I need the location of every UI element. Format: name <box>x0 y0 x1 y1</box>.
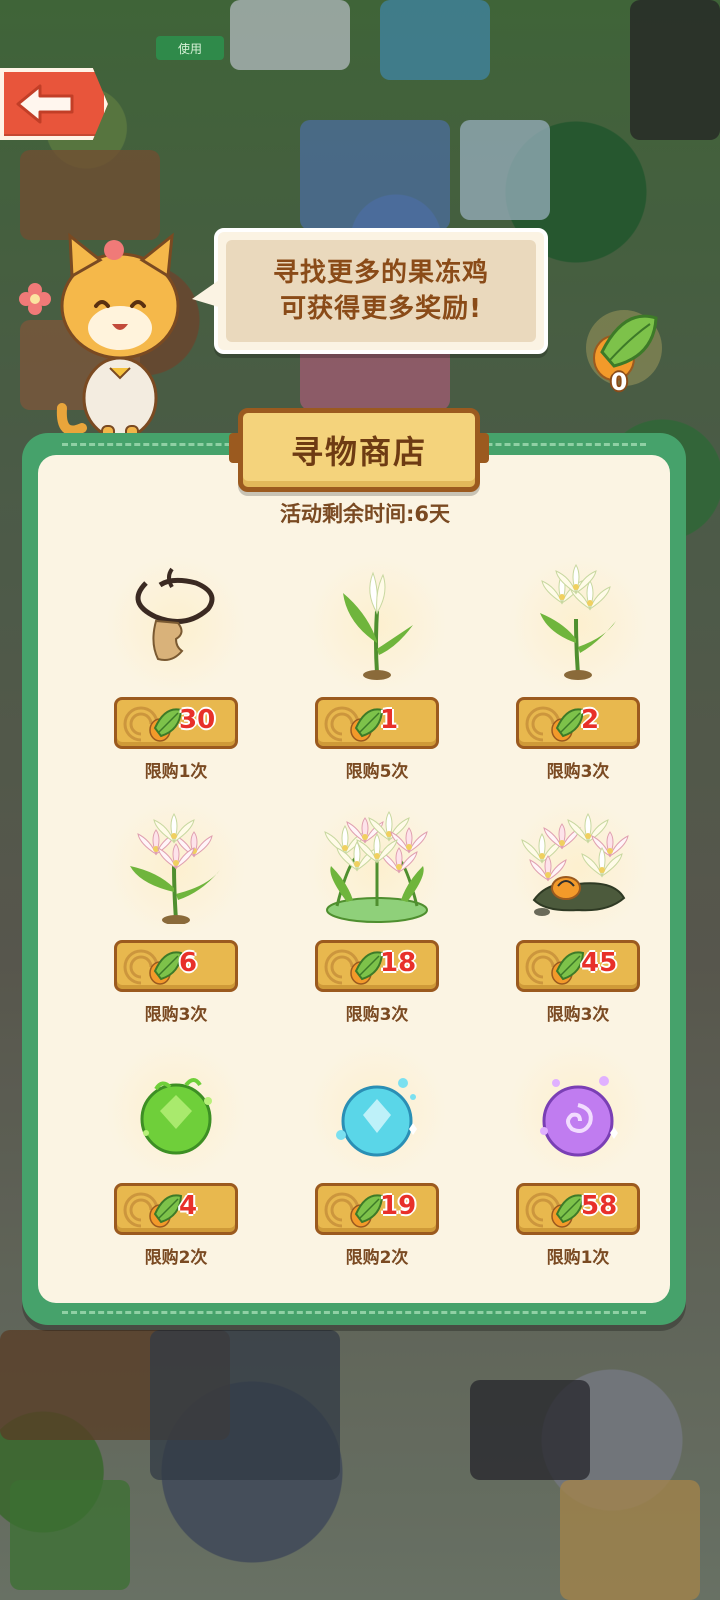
buy-price-button[interactable]: 19 <box>315 1183 439 1235</box>
purchase-limit: 限购3次 <box>345 1005 409 1025</box>
buy-price-button[interactable]: 1 <box>315 697 439 749</box>
purchase-limit: 限购1次 <box>546 1248 610 1268</box>
purchase-limit: 限购3次 <box>144 1005 208 1025</box>
cyan-orb-icon <box>336 1078 417 1157</box>
price-value: 18 <box>380 948 417 978</box>
price-value: 1 <box>380 705 399 735</box>
price-value: 58 <box>581 1191 618 1221</box>
currency-count: 0 <box>610 368 628 396</box>
rope-pendant-icon <box>135 567 215 661</box>
shop-title: 寻物商店 <box>290 433 427 471</box>
green-orb-icon <box>140 1078 212 1155</box>
leaf-coin-icon <box>551 1194 584 1228</box>
purchase-limit: 限购5次 <box>345 762 409 782</box>
buy-price-button[interactable]: 30 <box>114 697 238 749</box>
cat-mascot-icon <box>56 232 180 451</box>
pink-lily-bunch-icon <box>130 813 220 924</box>
back-arrow-icon <box>16 84 74 124</box>
buy-price-button[interactable]: 2 <box>516 697 640 749</box>
leaf-coin-icon <box>149 708 182 742</box>
buy-price-button[interactable]: 58 <box>516 1183 640 1235</box>
shop-item-cyan-orb[interactable]: 19 限购2次 <box>277 1041 477 1281</box>
bubble-line-1: 寻找更多的果冻鸡 <box>272 258 489 288</box>
shop-item-purple-orb[interactable]: 58 限购1次 <box>478 1041 678 1281</box>
event-timer: 活动剩余时间:6天 <box>279 502 450 526</box>
single-lily-icon <box>343 571 413 680</box>
shop-item-lily-bush[interactable]: 18 限购3次 <box>277 798 477 1038</box>
leaf-coin-icon <box>149 1194 182 1228</box>
price-value: 30 <box>179 705 216 735</box>
leaf-coin-icon <box>350 1194 383 1228</box>
leaf-coin-icon <box>350 951 383 985</box>
use-button[interactable]: 使用 <box>156 36 224 60</box>
lily-bunch-icon <box>540 564 616 680</box>
price-value: 6 <box>179 948 198 978</box>
shop-item-green-orb[interactable]: 4 限购2次 <box>76 1041 276 1281</box>
leaf-coin-icon <box>551 708 584 742</box>
purple-orb-icon <box>540 1076 618 1157</box>
buy-price-button[interactable]: 18 <box>315 940 439 992</box>
bubble-line-2: 可获得更多奖励! <box>280 294 482 324</box>
leaf-coin-icon <box>551 951 584 985</box>
shop-item-lily-rock-garden[interactable]: 45 限购3次 <box>478 798 678 1038</box>
shop-title-plate: 寻物商店 <box>229 408 489 492</box>
back-button[interactable] <box>0 68 108 140</box>
lily-bush-icon <box>324 811 428 923</box>
flower-icon <box>19 283 51 315</box>
shop-item-pink-lily-bunch[interactable]: 6 限购3次 <box>76 798 276 1038</box>
leaf-coin-icon <box>350 708 383 742</box>
buy-price-button[interactable]: 45 <box>516 940 640 992</box>
shop-item-lily-bunch[interactable]: 2 限购3次 <box>478 555 678 795</box>
buy-price-button[interactable]: 4 <box>114 1183 238 1235</box>
shop-item-single-lily[interactable]: 1 限购5次 <box>277 555 477 795</box>
shop-item-rope-pendant[interactable]: 30 限购1次 <box>76 555 276 795</box>
purchase-limit: 限购3次 <box>546 762 610 782</box>
purchase-limit: 限购1次 <box>144 762 208 782</box>
speech-bubble: 寻找更多的果冻鸡 可获得更多奖励! <box>192 228 548 354</box>
purchase-limit: 限购2次 <box>144 1248 208 1268</box>
price-value: 2 <box>581 705 600 735</box>
price-value: 45 <box>581 948 618 978</box>
leaf-coin-icon <box>149 951 182 985</box>
price-value: 4 <box>179 1191 198 1221</box>
purchase-limit: 限购3次 <box>546 1005 610 1025</box>
price-value: 19 <box>380 1191 417 1221</box>
buy-price-button[interactable]: 6 <box>114 940 238 992</box>
purchase-limit: 限购2次 <box>345 1248 409 1268</box>
lily-rock-garden-icon <box>521 813 629 916</box>
